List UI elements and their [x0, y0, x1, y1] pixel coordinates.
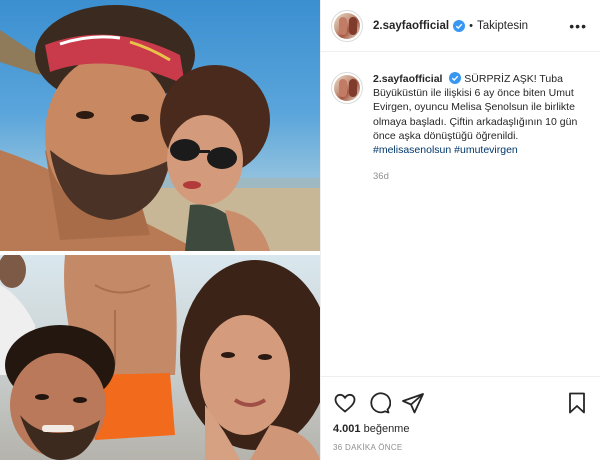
selfie-beach-illustration	[0, 5, 320, 251]
share-button[interactable]	[401, 391, 425, 415]
post-header: 2.sayfaofficial • Takiptesin •••	[321, 0, 600, 52]
post-photo-top	[0, 0, 320, 251]
verified-badge-icon	[453, 19, 466, 32]
caption-age: 36d	[373, 171, 389, 183]
post-panel: 2.sayfaofficial • Takiptesin ••• 2.sayfa…	[320, 0, 600, 460]
bookmark-icon	[569, 392, 585, 414]
header-separator: •	[469, 19, 473, 32]
hashtag-link[interactable]: #melisasenolsun	[373, 144, 451, 156]
comment-icon	[370, 392, 392, 414]
post-timestamp: 36 DAKİKA ÖNCE	[333, 443, 403, 452]
caption-username[interactable]: 2.sayfaofficial	[373, 73, 442, 85]
like-count[interactable]: 4.001 beğenme	[333, 423, 409, 435]
send-icon	[402, 393, 424, 414]
post-photo-bottom	[0, 255, 320, 460]
like-count-value: 4.001	[333, 423, 361, 435]
post-actions: 4.001 beğenme 36 DAKİKA ÖNCE	[321, 376, 600, 460]
follow-status-button[interactable]: Takiptesin	[477, 20, 528, 32]
group-selfie-illustration	[0, 255, 320, 460]
heart-icon	[334, 393, 356, 413]
comment-button[interactable]	[367, 391, 392, 415]
save-button[interactable]	[565, 391, 589, 415]
post-media[interactable]	[0, 0, 320, 460]
caption-body: 2.sayfaofficial SÜRPRİZ AŞK! Tuba Büyükü…	[373, 72, 593, 184]
hashtag-link[interactable]: #umutevirgen	[454, 144, 518, 156]
post-caption: 2.sayfaofficial SÜRPRİZ AŞK! Tuba Büyükü…	[331, 72, 593, 184]
like-button[interactable]	[333, 391, 357, 415]
caption-verified-badge-icon	[449, 72, 462, 84]
more-horizontal-icon[interactable]: •••	[569, 18, 587, 34]
caption-avatar[interactable]	[331, 72, 363, 104]
like-count-label: beğenme	[363, 423, 410, 435]
header-username[interactable]: 2.sayfaofficial	[373, 20, 449, 32]
profile-avatar[interactable]	[331, 9, 363, 42]
